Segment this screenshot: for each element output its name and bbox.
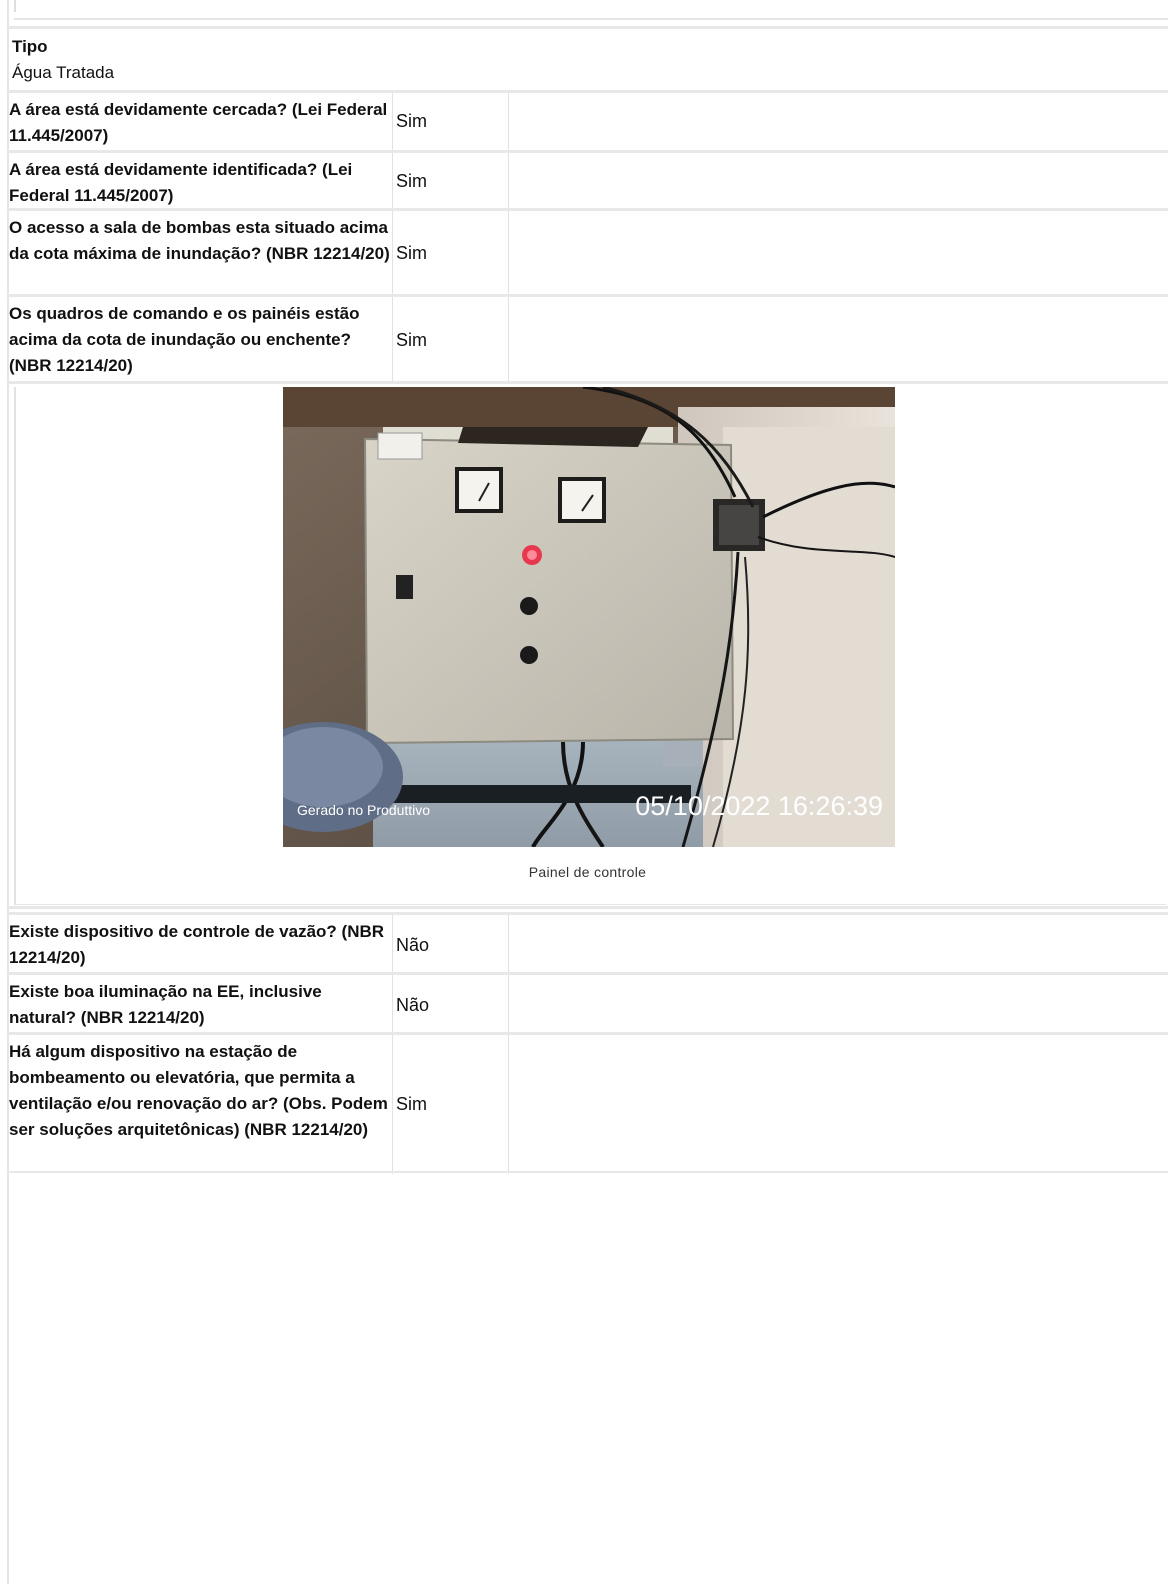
- top-divider: [14, 18, 1168, 20]
- question-row: O acesso a sala de bombas esta situado a…: [7, 208, 1168, 295]
- photo-caption: Painel de controle: [528, 864, 647, 880]
- question-text: A área está devidamente identificada? (L…: [7, 153, 393, 210]
- question-text: Há algum dispositivo na estação de bombe…: [7, 1035, 393, 1174]
- question-row: Há algum dispositivo na estação de bombe…: [7, 1032, 1168, 1174]
- answer-text: Sim: [394, 211, 509, 295]
- photo-watermark: Gerado no Produttivo: [297, 802, 431, 818]
- control-panel-photo: Gerado no Produttivo 05/10/2022 16:26:39: [283, 387, 895, 847]
- answer-text: Sim: [394, 153, 509, 210]
- answer-text: Sim: [394, 297, 509, 383]
- bottom-divider: [7, 1171, 1168, 1173]
- tipo-value: Água Tratada: [12, 63, 115, 82]
- photo-section: Gerado no Produttivo 05/10/2022 16:26:39…: [7, 381, 1168, 909]
- question-row: A área está devidamente identificada? (L…: [7, 150, 1168, 210]
- question-row: Existe dispositivo de controle de vazão?…: [7, 912, 1168, 975]
- question-text: O acesso a sala de bombas esta situado a…: [7, 211, 393, 295]
- photo-timestamp: 05/10/2022 16:26:39: [635, 791, 883, 821]
- answer-text: Não: [394, 975, 509, 1035]
- question-row: Os quadros de comando e os painéis estão…: [7, 294, 1168, 383]
- question-text: A área está devidamente cercada? (Lei Fe…: [7, 93, 393, 150]
- question-text: Existe dispositivo de controle de vazão?…: [7, 915, 393, 975]
- question-text: Os quadros de comando e os painéis estão…: [7, 297, 393, 383]
- top-stub: [14, 0, 16, 12]
- tipo-label: Tipo: [12, 37, 48, 56]
- question-text: Existe boa iluminação na EE, inclusive n…: [7, 975, 393, 1035]
- answer-text: Não: [394, 915, 509, 975]
- question-row: Existe boa iluminação na EE, inclusive n…: [7, 972, 1168, 1035]
- answer-text: Sim: [394, 93, 509, 150]
- answer-text: Sim: [394, 1035, 509, 1174]
- question-row: A área está devidamente cercada? (Lei Fe…: [7, 90, 1168, 150]
- tipo-section: Tipo Água Tratada: [7, 26, 1168, 93]
